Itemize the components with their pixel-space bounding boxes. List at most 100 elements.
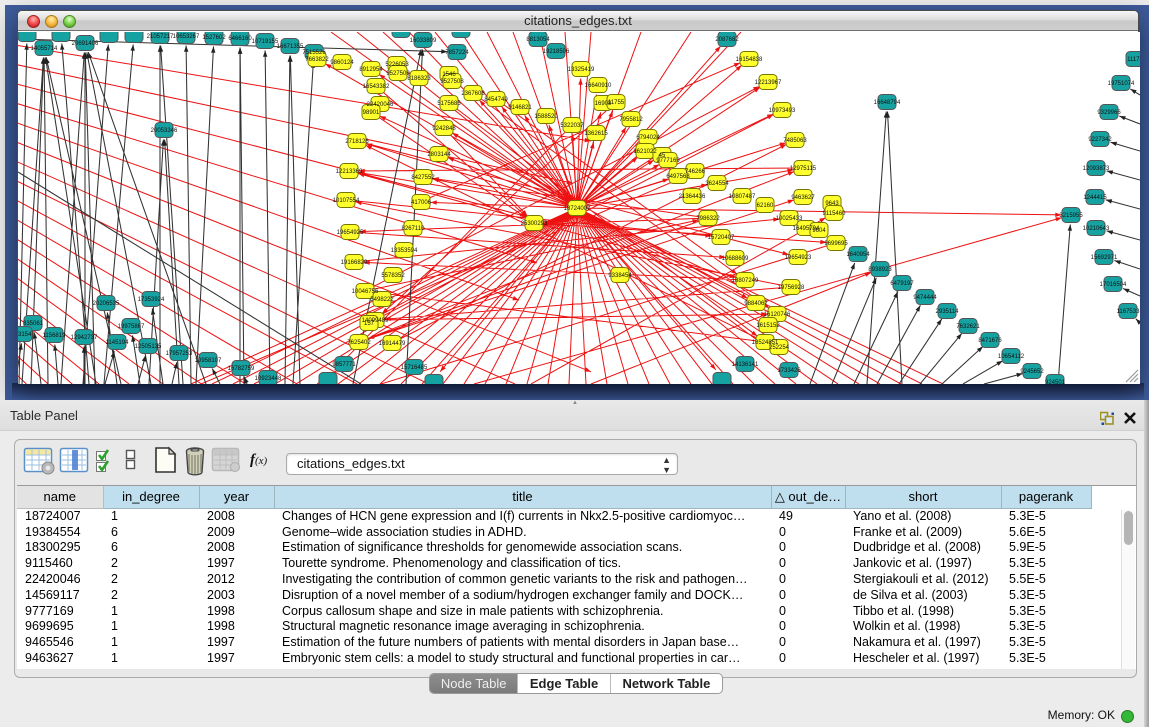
- svg-text:7986322: 7986322: [696, 216, 720, 222]
- svg-text:252254: 252254: [769, 345, 790, 351]
- svg-text:12505135: 12505135: [135, 344, 162, 350]
- svg-text:16543382: 16543382: [363, 84, 390, 90]
- svg-text:15720407: 15720407: [708, 235, 735, 241]
- svg-text:9860124: 9860124: [330, 60, 354, 66]
- svg-text:8938923: 8938923: [868, 267, 892, 273]
- svg-text:1244415: 1244415: [1083, 195, 1107, 201]
- svg-text:12213967: 12213967: [755, 80, 782, 86]
- svg-text:19756928: 19756928: [778, 285, 805, 291]
- svg-text:11172: 11172: [1127, 57, 1140, 63]
- svg-text:10046756: 10046756: [352, 289, 379, 295]
- svg-text:2935114: 2935114: [936, 309, 960, 315]
- svg-text:19166829: 19166829: [341, 260, 368, 266]
- svg-text:10807487: 10807487: [729, 194, 756, 200]
- svg-text:9242848: 9242848: [432, 126, 456, 132]
- svg-text:1362615: 1362615: [584, 131, 608, 137]
- svg-text:98901: 98901: [363, 110, 380, 116]
- svg-text:7515526: 7515526: [302, 50, 326, 56]
- svg-text:7857224: 7857224: [445, 50, 469, 56]
- svg-text:9463627: 9463627: [791, 195, 815, 201]
- svg-text:16648794: 16648794: [874, 100, 901, 106]
- svg-text:6497568: 6497568: [666, 174, 690, 180]
- svg-text:7632621: 7632621: [956, 324, 980, 330]
- svg-text:16033809: 16033809: [410, 38, 437, 44]
- svg-text:20206535: 20206535: [93, 301, 120, 307]
- svg-text:1640954: 1640954: [846, 252, 870, 258]
- svg-text:1167533: 1167533: [1117, 309, 1140, 315]
- svg-text:13353594: 13353594: [391, 248, 418, 254]
- svg-text:9643: 9643: [825, 201, 839, 207]
- svg-text:16914479: 16914479: [379, 341, 406, 347]
- svg-text:5322037: 5322037: [560, 123, 584, 129]
- svg-text:19975867: 19975867: [118, 324, 145, 330]
- svg-text:16154838: 16154838: [736, 57, 763, 63]
- svg-text:9857771: 9857771: [332, 362, 356, 368]
- svg-text:62160: 62160: [757, 203, 774, 209]
- svg-text:14055714: 14055714: [31, 46, 58, 52]
- svg-text:10958107: 10958107: [195, 358, 222, 364]
- svg-text:12213369: 12213369: [336, 169, 363, 175]
- svg-text:2367608: 2367608: [461, 91, 485, 97]
- svg-text:9115460: 9115460: [823, 211, 847, 217]
- svg-text:16640910: 16640910: [585, 83, 612, 89]
- svg-text:835061: 835061: [23, 321, 44, 327]
- svg-text:8813054: 8813054: [526, 37, 550, 43]
- svg-text:10923448: 10923448: [255, 376, 282, 382]
- svg-text:7485063: 7485063: [783, 138, 807, 144]
- svg-text:10210643: 10210643: [1083, 226, 1110, 232]
- svg-text:10107554: 10107554: [333, 198, 360, 204]
- svg-text:6466160: 6466160: [228, 36, 252, 42]
- svg-text:5175685: 5175685: [437, 101, 461, 107]
- svg-text:14136141: 14136141: [732, 362, 759, 368]
- svg-text:9527508: 9527508: [440, 79, 464, 85]
- svg-text:18807249: 18807249: [732, 278, 759, 284]
- svg-text:2718126: 2718126: [345, 139, 369, 145]
- svg-text:17016504: 17016504: [1100, 282, 1127, 288]
- svg-text:9227342: 9227342: [1088, 137, 1112, 143]
- svg-text:9604: 9604: [812, 228, 826, 234]
- svg-text:13325419: 13325419: [568, 67, 595, 73]
- svg-text:6479197: 6479197: [890, 281, 914, 287]
- svg-text:924501: 924501: [1045, 380, 1066, 384]
- svg-text:5578352: 5578352: [381, 273, 405, 279]
- svg-text:9329966: 9329966: [1097, 110, 1121, 116]
- svg-text:8267110: 8267110: [402, 226, 426, 232]
- svg-text:1621022: 1621022: [633, 149, 657, 155]
- svg-text:12975115: 12975115: [790, 166, 817, 172]
- svg-text:10688609: 10688609: [722, 256, 749, 262]
- svg-text:10654112: 10654112: [998, 354, 1025, 360]
- svg-text:18724007: 18724007: [564, 206, 591, 212]
- svg-text:1546: 1546: [442, 72, 456, 78]
- svg-text:1588520: 1588520: [534, 114, 558, 120]
- svg-text:8471676: 8471676: [978, 338, 1002, 344]
- svg-text:1156819: 1156819: [43, 333, 67, 339]
- svg-text:10719155: 10719155: [252, 39, 279, 45]
- svg-text:25300293: 25300293: [521, 221, 548, 227]
- svg-text:9146821: 9146821: [508, 105, 532, 111]
- svg-text:9777169: 9777169: [656, 158, 680, 164]
- svg-text:19654925: 19654925: [337, 230, 364, 236]
- svg-text:417006: 417006: [411, 200, 432, 206]
- svg-text:21057217: 21057217: [147, 34, 174, 40]
- svg-text:9245652: 9245652: [1020, 369, 1044, 375]
- svg-text:11755: 11755: [608, 100, 625, 106]
- svg-text:12942737: 12942737: [71, 335, 98, 341]
- svg-text:20691406: 20691406: [72, 41, 99, 47]
- svg-text:10973493: 10973493: [769, 108, 796, 114]
- svg-text:10025433: 10025433: [776, 216, 803, 222]
- svg-text:16782759: 16782759: [228, 366, 255, 372]
- svg-text:22420046: 22420046: [367, 102, 394, 108]
- svg-text:19654923: 19654923: [785, 255, 812, 261]
- svg-text:9338454: 9338454: [608, 273, 632, 279]
- svg-text:33154: 33154: [18, 332, 32, 338]
- svg-text:19218506: 19218506: [543, 49, 570, 55]
- svg-text:9474444: 9474444: [913, 295, 937, 301]
- svg-text:157: 157: [364, 321, 375, 327]
- svg-text:9699695: 9699695: [824, 241, 848, 247]
- svg-text:3215955: 3215955: [1059, 213, 1083, 219]
- svg-text:7625402: 7625402: [347, 340, 371, 346]
- svg-text:1145194: 1145194: [106, 340, 130, 346]
- svg-text:17353924: 17353924: [138, 297, 165, 303]
- svg-text:8427552: 8427552: [411, 175, 435, 181]
- svg-text:15692971: 15692971: [1091, 255, 1118, 261]
